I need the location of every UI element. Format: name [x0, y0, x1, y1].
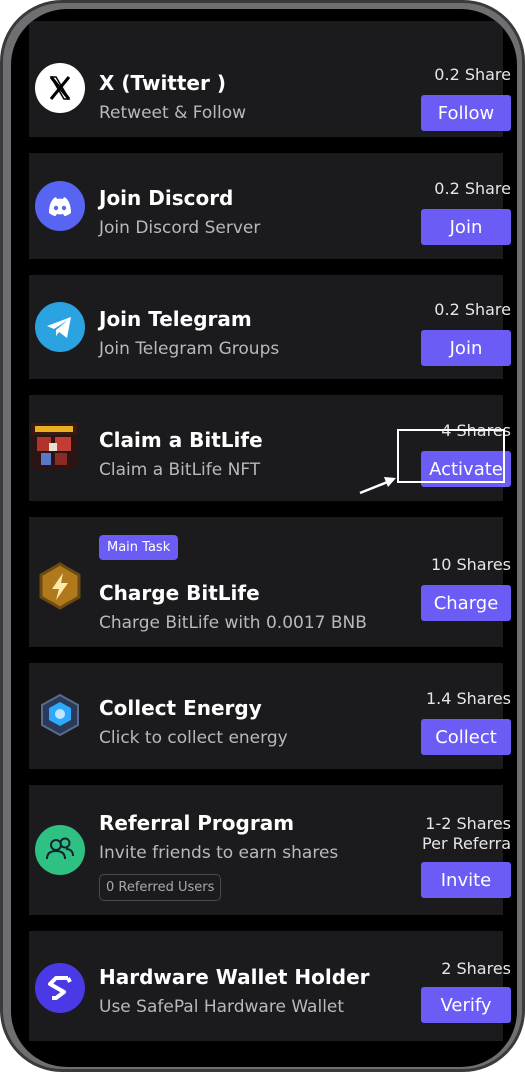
task-title: Join Telegram [99, 307, 252, 331]
referred-users-count: 0 Referred Users [99, 874, 222, 901]
main-task-badge: Main Task [99, 535, 179, 560]
users-icon [35, 825, 85, 875]
task-subtitle: Use SafePal Hardware Wallet [99, 997, 345, 1017]
task-subtitle: Charge BitLife with 0.0017 BNB [99, 613, 367, 633]
invite-button[interactable]: Invite [421, 862, 511, 898]
task-shares: 0.2 Share [434, 179, 511, 198]
task-title: Claim a BitLife [99, 428, 263, 452]
task-card-referral: Referral Program Invite friends to earn … [29, 785, 511, 915]
bitlife-nft-icon [31, 423, 77, 469]
task-shares: 1-2 Shares [425, 814, 511, 833]
task-card-hardware-wallet: Hardware Wallet Holder Use SafePal Hardw… [29, 931, 511, 1041]
x-twitter-icon [35, 63, 85, 113]
task-title: Charge BitLife [99, 581, 260, 605]
lightning-hexagon-icon [35, 561, 85, 611]
task-card-telegram: Join Telegram Join Telegram Groups 0.2 S… [29, 275, 511, 379]
join-telegram-button[interactable]: Join [421, 330, 511, 366]
task-card-charge-bitlife: Main Task Charge BitLife Charge BitLife … [29, 517, 511, 647]
task-title: Join Discord [99, 186, 234, 210]
energy-cube-icon [35, 690, 85, 740]
pointer-arrow-icon [359, 477, 396, 495]
phone-frame: X (Twitter ) Retweet & Follow 0.2 Share … [0, 0, 525, 1072]
task-subtitle: Retweet & Follow [99, 103, 247, 123]
task-shares: 2 Shares [441, 959, 511, 978]
task-card-discord: Join Discord Join Discord Server 0.2 Sha… [29, 153, 511, 259]
task-shares: 0.2 Share [434, 300, 511, 319]
task-title: Collect Energy [99, 696, 262, 720]
task-title: X (Twitter ) [99, 71, 226, 95]
task-card-collect-energy: Collect Energy Click to collect energy 1… [29, 663, 511, 769]
task-shares: 0.2 Share [434, 65, 511, 84]
task-subtitle: Join Discord Server [99, 218, 261, 238]
collect-button[interactable]: Collect [421, 719, 511, 755]
discord-icon [35, 181, 85, 231]
telegram-icon [35, 302, 85, 352]
task-shares: 1.4 Shares [425, 689, 511, 708]
follow-button[interactable]: Follow [421, 95, 511, 131]
safepal-icon [35, 963, 85, 1013]
highlight-box [397, 429, 505, 483]
verify-button[interactable]: Verify [421, 987, 511, 1023]
task-title: Hardware Wallet Holder [99, 965, 370, 989]
task-subtitle: Click to collect energy [99, 728, 288, 748]
task-title: Referral Program [99, 811, 295, 835]
join-discord-button[interactable]: Join [421, 209, 511, 245]
task-shares: 10 Shares [431, 555, 511, 574]
task-subtitle: Claim a BitLife NFT [99, 460, 261, 480]
task-subtitle: Join Telegram Groups [99, 339, 280, 359]
task-subtitle: Invite friends to earn shares [99, 843, 339, 863]
charge-button[interactable]: Charge [421, 585, 511, 621]
task-shares-line2: Per Referra [422, 834, 511, 853]
task-card-twitter: X (Twitter ) Retweet & Follow 0.2 Share … [29, 21, 511, 137]
screen: X (Twitter ) Retweet & Follow 0.2 Share … [11, 9, 517, 1067]
